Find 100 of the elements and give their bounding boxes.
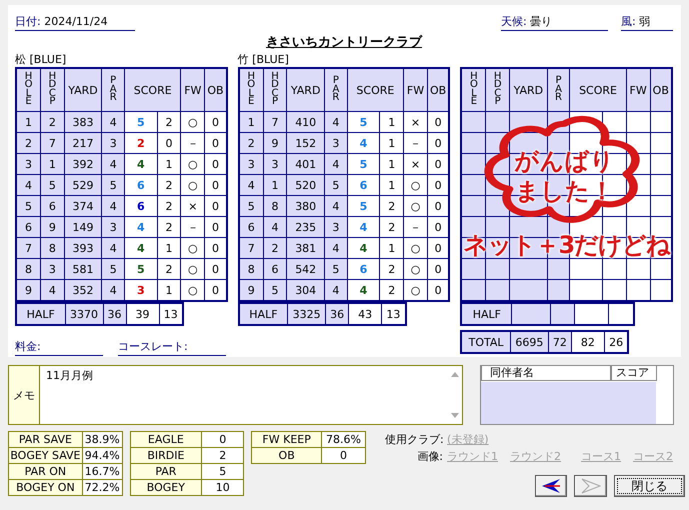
column-header: HDCP xyxy=(486,68,510,112)
table-cell: 39 xyxy=(126,303,159,325)
table-cell: 383 xyxy=(64,112,102,132)
column-header: HDCP xyxy=(40,68,64,112)
course-title: 松 [BLUE] xyxy=(15,53,68,67)
column-header: FW xyxy=(626,68,650,112)
table-cell: 410 xyxy=(286,112,325,132)
table-cell: 0 xyxy=(204,216,227,238)
image-link[interactable]: ラウンド1 xyxy=(447,449,498,464)
column-header: PAR xyxy=(547,68,570,112)
table-cell: 43 xyxy=(348,303,382,325)
stat-value: 72.2% xyxy=(82,480,122,496)
table-cell: 4 xyxy=(324,154,348,174)
table-cell: 2 xyxy=(380,196,404,216)
table-cell: 3 xyxy=(324,132,348,154)
table-cell: 4 xyxy=(102,154,124,174)
image-label: 画像: xyxy=(416,449,444,464)
table-cell: 9 xyxy=(40,216,64,238)
score-cell: 4 xyxy=(347,216,380,238)
image-link[interactable]: ラウンド2 xyxy=(510,449,562,464)
table-cell: 2 xyxy=(157,216,181,238)
column-header: SCORE xyxy=(347,68,404,112)
column-header: SCORE xyxy=(570,68,626,112)
table-cell: 1 xyxy=(238,112,264,132)
table-cell: 152 xyxy=(286,132,325,154)
table-cell: 304 xyxy=(286,280,325,301)
table-cell: 5 xyxy=(102,258,124,280)
close-button[interactable]: 閉じる xyxy=(614,475,686,497)
table-cell: 4 xyxy=(40,280,64,301)
table-cell: 72 xyxy=(548,331,572,353)
table-cell: 0 xyxy=(427,132,450,154)
stat-value: 38.9% xyxy=(82,432,122,448)
score-cell: 6 xyxy=(347,258,380,280)
memo-text: 11月月例 xyxy=(45,368,94,384)
table-cell: 2 xyxy=(380,216,404,238)
table-cell: 0 xyxy=(204,174,227,196)
table-cell: ○ xyxy=(180,112,205,132)
table-cell: 2 xyxy=(157,112,181,132)
table-cell: － xyxy=(404,216,428,238)
table-cell: 0 xyxy=(204,238,227,258)
table-cell: × xyxy=(404,112,428,132)
table-cell: 0 xyxy=(204,112,227,132)
table-cell: 235 xyxy=(286,216,325,238)
image-link[interactable]: コース1 xyxy=(581,449,622,464)
stat-value: 2 xyxy=(202,448,244,464)
table-cell: 9 xyxy=(238,280,264,301)
score-cell: 6 xyxy=(124,174,158,196)
club-label: 使用クラブ: xyxy=(385,432,444,447)
wind-field: 風: 弱 xyxy=(621,14,673,31)
companion-list[interactable]: 同伴者名 スコア xyxy=(480,365,674,425)
table-cell: － xyxy=(180,216,205,238)
club-link[interactable]: (未登録) xyxy=(447,432,489,447)
table-cell: 4 xyxy=(324,196,348,216)
stat-label: BOGEY SAVE xyxy=(8,448,82,464)
score-cell: 5 xyxy=(124,258,158,280)
table-cell: 380 xyxy=(286,196,325,216)
score-cell: 4 xyxy=(347,132,380,154)
table-cell: － xyxy=(404,132,428,154)
table-cell: 0 xyxy=(204,154,227,174)
table-cell: × xyxy=(404,154,428,174)
score-cell: 2 xyxy=(124,132,158,154)
table-cell: 392 xyxy=(64,154,102,174)
table-cell: 374 xyxy=(64,196,102,216)
image-link[interactable]: コース2 xyxy=(633,449,674,464)
table-cell: 393 xyxy=(64,238,102,258)
table-cell: 0 xyxy=(204,258,227,280)
column-header: OB xyxy=(204,68,227,112)
score-cell: 5 xyxy=(124,112,158,132)
table-cell: 2 xyxy=(238,132,264,154)
half-label: HALF xyxy=(461,303,512,325)
table-cell: 3 xyxy=(40,258,64,280)
table-cell: 1 xyxy=(380,154,404,174)
column-header: PAR xyxy=(102,68,124,112)
stat-label: FW KEEP xyxy=(252,432,322,448)
table-cell: 0 xyxy=(204,132,227,154)
column-header: HDCP xyxy=(263,68,287,112)
previous-button[interactable] xyxy=(535,475,568,497)
table-cell: 3 xyxy=(102,216,124,238)
table-cell: 6 xyxy=(238,216,264,238)
table-cell: 4 xyxy=(324,280,348,301)
table-cell: 2 xyxy=(157,174,181,196)
table-cell: 0 xyxy=(427,112,450,132)
fee-field: 料金: xyxy=(15,339,103,356)
table-cell: 0 xyxy=(427,280,450,301)
back-arrow-icon xyxy=(541,478,562,494)
stat-label: PAR SAVE xyxy=(8,432,82,448)
score-cell: 5 xyxy=(347,196,380,216)
table-cell: ○ xyxy=(180,258,205,280)
table-cell: 4 xyxy=(16,174,41,196)
table-cell: 529 xyxy=(64,174,102,196)
table-cell: 1 xyxy=(157,154,181,174)
table-cell: 4 xyxy=(102,112,124,132)
table-cell: 7 xyxy=(263,112,287,132)
table-cell: 26 xyxy=(604,331,628,353)
column-header: FW xyxy=(404,68,428,112)
table-cell: 3 xyxy=(238,154,264,174)
table-cell: 1 xyxy=(157,238,181,258)
table-cell: 3 xyxy=(324,216,348,238)
stat-value: 94.4% xyxy=(82,448,122,464)
table-cell: － xyxy=(180,132,205,154)
